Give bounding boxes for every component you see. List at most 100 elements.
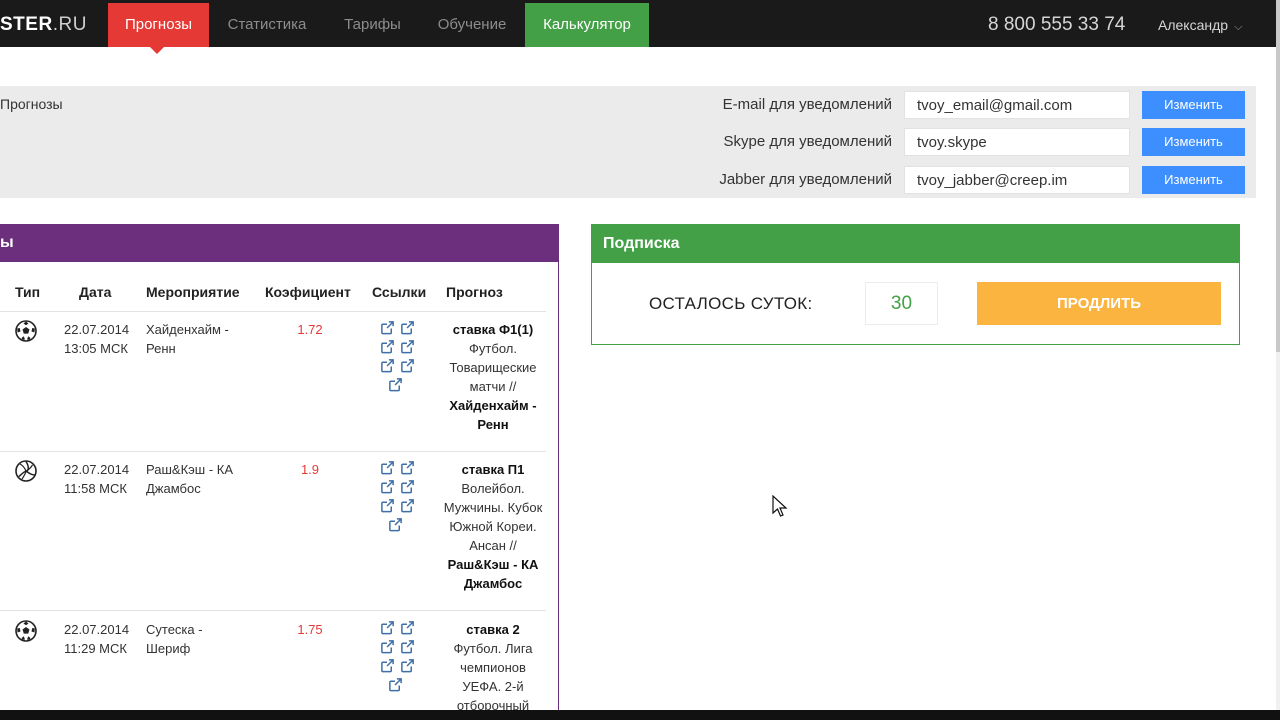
scrollbar-thumb[interactable] [1276,0,1280,352]
chevron-down-icon: ⌵ [1234,21,1243,33]
external-link-icon[interactable] [388,377,403,392]
external-link-icon[interactable] [400,479,415,494]
extend-subscription-button[interactable]: ПРОДЛИТЬ [977,282,1221,325]
external-link-icon[interactable] [400,498,415,513]
column-header-date: Дата [79,284,112,300]
top-navbar: STER.RU Прогнозы Статистика Тарифы Обуче… [0,0,1276,54]
external-link-icon[interactable] [380,639,395,654]
mouse-pointer-icon [772,495,788,517]
external-link-icon[interactable] [380,658,395,673]
match-datetime: 22.07.2014 11:29 МСК [64,620,144,658]
external-link-icon[interactable] [400,460,415,475]
row-divider [0,610,546,611]
match-datetime: 22.07.2014 13:05 МСК [64,320,144,358]
site-logo[interactable]: STER.RU [0,0,87,47]
match-coefficient: 1.72 [297,322,323,337]
jabber-label: Jabber для уведомлений [719,171,892,188]
nav-item-learning[interactable]: Обучение [430,3,514,47]
logo-text: STER [0,14,53,35]
table-row: 22.07.2014 13:05 МСК Хайденхайм - Ренн 1… [0,320,546,452]
forecast-bet: ставка Ф1(1) [452,322,534,337]
logo-domain: .RU [52,14,87,35]
external-link-icon[interactable] [400,639,415,654]
match-time: 11:58 МСК [64,481,127,496]
header-divider [0,311,546,312]
external-link-icon[interactable] [380,620,395,635]
match-event: Сутеска - Шериф [146,622,203,656]
match-links [380,620,428,696]
predictions-title: ы [0,234,14,251]
external-link-icon[interactable] [400,658,415,673]
football-icon [15,620,37,642]
column-header-forecast: Прогноз [446,284,503,300]
external-link-icon[interactable] [380,460,395,475]
phone-number: 8 800 555 33 74 [988,14,1126,35]
match-event: Хайденхайм - Ренн [146,322,229,356]
match-date: 22.07.2014 [64,462,130,477]
forecast-match: Хайденхайм - Ренн [449,398,537,432]
match-links [380,460,428,536]
match-coefficient: 1.9 [300,462,320,477]
match-date: 22.07.2014 [64,322,130,337]
notification-settings: Прогнозы E-mail для уведомлений Изменить… [0,86,1256,198]
skype-setting-row: Skype для уведомлений Изменить [0,128,1256,156]
external-link-icon[interactable] [400,339,415,354]
external-link-icon[interactable] [400,320,415,335]
skype-label: Skype для уведомлений [723,133,892,150]
forecast-description: Футбол. Товарищеские матчи // [449,341,537,394]
table-row: 22.07.2014 11:29 МСК Сутеска - Шериф 1.7… [0,620,546,714]
screen-bottom-edge [0,710,1280,720]
external-link-icon[interactable] [400,358,415,373]
predictions-header: ы [0,224,558,262]
football-icon [15,320,37,342]
column-header-type: Тип [15,284,41,300]
forecast-description: Футбол. Лига чемпионов УЕФА. 2-й отбороч… [453,641,533,713]
column-header-links: Ссылки [372,284,427,300]
email-field[interactable] [904,91,1130,119]
subscription-panel: Подписка ОСТАЛОСЬ СУТОК: 30 ПРОДЛИТЬ [591,224,1240,345]
match-forecast: ставка 2 Футбол. Лига чемпионов УЕФА. 2-… [442,620,544,714]
column-header-event: Мероприятие [146,284,240,300]
external-link-icon[interactable] [380,320,395,335]
row-divider [0,451,546,452]
external-link-icon[interactable] [388,517,403,532]
external-link-icon[interactable] [380,479,395,494]
nav-item-calculator[interactable]: Калькулятор [525,3,649,47]
user-name: Александр [1158,17,1229,33]
external-link-icon[interactable] [400,620,415,635]
match-coefficient: 1.75 [297,622,323,637]
external-link-icon[interactable] [380,358,395,373]
external-link-icon[interactable] [380,498,395,513]
external-link-icon[interactable] [380,339,395,354]
email-label: E-mail для уведомлений [722,96,892,113]
match-links [380,320,428,396]
match-forecast: ставка П1 Волейбол. Мужчины. Кубок Южной… [442,460,544,593]
match-date: 22.07.2014 [64,622,130,637]
nav-item-statistics[interactable]: Статистика [219,3,315,47]
subscription-title: Подписка [592,225,1239,263]
nav-item-tariffs[interactable]: Тарифы [332,3,413,47]
nav-item-predictions[interactable]: Прогнозы [108,3,209,47]
forecast-bet: ставка 2 [466,622,520,637]
change-jabber-button[interactable]: Изменить [1142,166,1245,194]
change-skype-button[interactable]: Изменить [1142,128,1245,156]
days-left-value: 30 [865,282,938,325]
external-link-icon[interactable] [388,677,403,692]
change-email-button[interactable]: Изменить [1142,91,1245,119]
match-event: Раш&Кэш - КА Джамбос [146,462,234,496]
skype-field[interactable] [904,128,1130,156]
predictions-panel: ы Тип Дата Мероприятие Коэфициент Ссылки… [0,224,559,714]
jabber-field[interactable] [904,166,1130,194]
volleyball-icon [15,460,37,482]
active-nav-indicator [150,47,164,54]
user-menu[interactable]: Александр ⌵ [1158,0,1242,50]
email-setting-row: E-mail для уведомлений Изменить [0,91,1256,119]
table-row: 22.07.2014 11:58 МСК Раш&Кэш - КА Джамбо… [0,460,546,610]
match-forecast: ставка Ф1(1) Футбол. Товарищеские матчи … [442,320,544,434]
forecast-bet: ставка П1 [461,462,525,477]
forecast-match: Раш&Кэш - КА Джамбос [447,557,539,591]
days-left-label: ОСТАЛОСЬ СУТОК: [649,294,813,313]
forecast-description: Волейбол. Мужчины. Кубок Южной Кореи. Ан… [443,481,543,553]
jabber-setting-row: Jabber для уведомлений Изменить [0,166,1256,194]
match-datetime: 22.07.2014 11:58 МСК [64,460,144,498]
